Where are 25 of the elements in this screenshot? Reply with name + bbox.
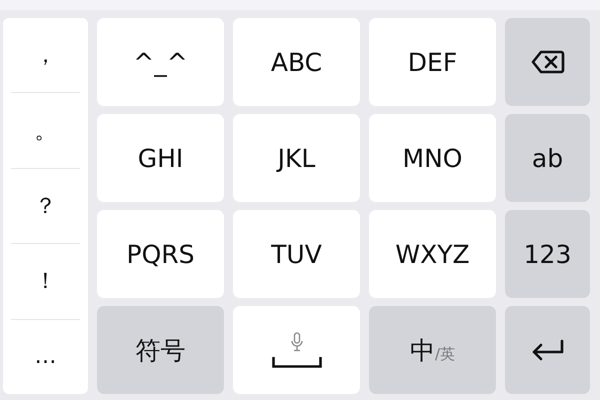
letter-key[interactable]: JKL <box>233 114 360 202</box>
letter-key[interactable]: MNO <box>369 114 496 202</box>
letter-key[interactable]: WXYZ <box>369 210 496 298</box>
letter-key[interactable]: ABC <box>233 18 360 106</box>
symbol-key[interactable]: ！ <box>11 244 80 320</box>
letter-key[interactable]: ^_^ <box>97 18 224 106</box>
letter-key[interactable]: GHI <box>97 114 224 202</box>
space-icon <box>272 356 322 368</box>
letter-key[interactable]: DEF <box>369 18 496 106</box>
space-button[interactable] <box>233 306 360 394</box>
return-icon <box>530 339 564 361</box>
microphone-icon <box>290 332 302 352</box>
function-key[interactable]: ab <box>505 114 590 202</box>
function-key[interactable]: 123 <box>505 210 590 298</box>
letter-key[interactable]: TUV <box>233 210 360 298</box>
language-toggle[interactable]: 中/英 <box>369 306 496 394</box>
enter-button[interactable] <box>505 306 590 394</box>
symbol-key[interactable]: … <box>11 320 80 394</box>
symbol-key[interactable]: ？ <box>11 168 80 244</box>
letter-key[interactable]: PQRS <box>97 210 224 298</box>
symbol-key[interactable]: ， <box>11 18 80 94</box>
backspace-button[interactable] <box>505 18 590 106</box>
backspace-icon <box>530 50 564 74</box>
symbol-key[interactable]: 。 <box>11 93 80 169</box>
function-key[interactable]: 符号 <box>97 306 224 394</box>
